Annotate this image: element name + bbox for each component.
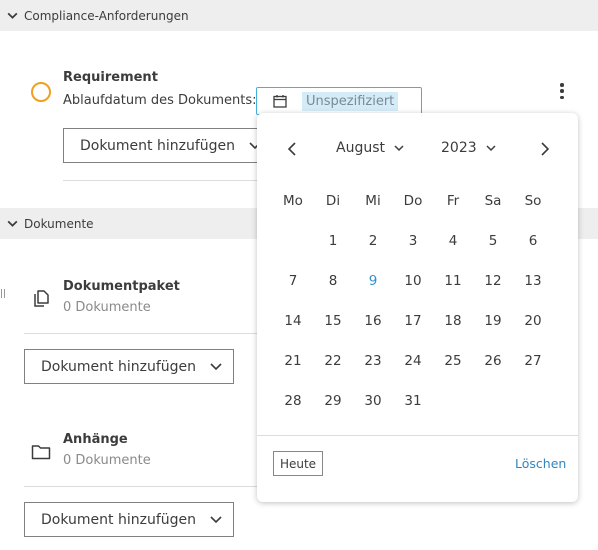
weekday-label: Mo (283, 193, 303, 209)
calendar-day[interactable]: 11 (433, 273, 473, 289)
chevron-right-icon[interactable] (539, 142, 551, 156)
calendar-day[interactable]: 2 (353, 233, 393, 249)
calendar-day-today[interactable]: 9 (353, 273, 393, 289)
chevron-left-icon[interactable] (286, 142, 298, 156)
add-document-label: Dokument hinzufügen (41, 358, 196, 375)
document-count: 0 Dokumente (63, 453, 151, 468)
calendar-week-row: 123456 (273, 221, 563, 261)
document-group-title: Anhänge (63, 432, 128, 447)
add-document-button[interactable]: Dokument hinzufügen (63, 128, 273, 163)
weekday-label: Fr (446, 193, 460, 209)
divider (24, 486, 264, 487)
calendar-day[interactable]: 6 (513, 233, 553, 249)
chevron-down-icon (394, 144, 404, 151)
calendar-day[interactable]: 27 (513, 353, 553, 369)
weekday-label: Di (325, 193, 341, 209)
calendar-day[interactable]: 31 (393, 393, 433, 409)
clear-link[interactable]: Löschen (515, 456, 566, 471)
weekday-label: So (524, 193, 542, 209)
calendar-day[interactable]: 5 (473, 233, 513, 249)
calendar-day[interactable]: 17 (393, 313, 433, 329)
calendar-grid: Mo Di Mi Do Fr Sa So 1 2 3 4 5 6 7 8 9 10 11 12 13 14 15 16 17 1… (273, 181, 563, 421)
date-picker-header: August 2023 (257, 137, 578, 161)
calendar-day[interactable]: 24 (393, 353, 433, 369)
date-picker-popup: August 2023 Mo Di Mi Do Fr Sa So 1 2 3 4 5 6 7 8 9 10 11 1… (257, 113, 578, 502)
weekday-header-row: Mo Di Mi Do Fr Sa So (273, 181, 563, 221)
calendar-day[interactable]: 28 (273, 393, 313, 409)
date-value: Unspezifiziert (302, 91, 399, 111)
document-stack-icon (34, 290, 49, 307)
calendar-day[interactable]: 25 (433, 353, 473, 369)
calendar-day[interactable]: 12 (473, 273, 513, 289)
month-select[interactable]: August (336, 140, 404, 156)
calendar-day[interactable]: 21 (273, 353, 313, 369)
section-label: Compliance-Anforderungen (24, 8, 189, 23)
divider (63, 180, 283, 181)
expiry-date-field[interactable]: Unspezifiziert (256, 87, 422, 115)
year-value: 2023 (441, 140, 477, 156)
calendar-day[interactable]: 20 (513, 313, 553, 329)
calendar-day[interactable]: 19 (473, 313, 513, 329)
calendar-icon (273, 95, 287, 108)
chevron-down-icon (486, 144, 496, 151)
calendar-day[interactable]: 30 (353, 393, 393, 409)
expiry-date-label: Ablaufdatum des Dokuments: (63, 93, 257, 108)
divider (24, 333, 264, 334)
add-document-label: Dokument hinzufügen (41, 511, 196, 528)
chevron-down-icon (7, 12, 18, 19)
add-document-label: Dokument hinzufügen (80, 137, 235, 154)
month-value: August (336, 140, 385, 156)
weekday-label: Mi (365, 193, 381, 209)
chevron-down-icon (210, 362, 222, 370)
calendar-day[interactable]: 4 (433, 233, 473, 249)
calendar-day[interactable]: 1 (313, 233, 353, 249)
add-document-button[interactable]: Dokument hinzufügen (24, 502, 234, 537)
calendar-day[interactable]: 3 (393, 233, 433, 249)
compliance-section-header[interactable]: Compliance-Anforderungen (0, 0, 598, 31)
calendar-day[interactable]: 8 (313, 273, 353, 289)
drag-handle-icon[interactable] (1, 289, 5, 298)
weekday-label: Sa (484, 193, 502, 209)
add-document-button[interactable]: Dokument hinzufügen (24, 349, 234, 384)
calendar-day[interactable]: 14 (273, 313, 313, 329)
calendar-day[interactable]: 23 (353, 353, 393, 369)
calendar-day[interactable]: 26 (473, 353, 513, 369)
calendar-day[interactable]: 22 (313, 353, 353, 369)
document-count: 0 Dokumente (63, 300, 151, 315)
calendar-week-row: 7 8 9 10 11 12 13 (273, 261, 563, 301)
folder-icon (31, 445, 51, 460)
status-indicator-icon (31, 82, 51, 102)
weekday-label: Do (403, 193, 423, 209)
calendar-day[interactable]: 15 (313, 313, 353, 329)
chevron-down-icon (7, 220, 18, 227)
section-label: Dokumente (24, 216, 94, 231)
document-group-title: Dokumentpaket (63, 279, 180, 294)
calendar-day[interactable]: 16 (353, 313, 393, 329)
chevron-down-icon (210, 515, 222, 523)
requirement-title: Requirement (63, 70, 158, 85)
calendar-day[interactable]: 13 (513, 273, 553, 289)
divider (257, 435, 578, 436)
calendar-week-row: 14 15 16 17 18 19 20 (273, 301, 563, 341)
calendar-day[interactable]: 18 (433, 313, 473, 329)
calendar-day[interactable]: 7 (273, 273, 313, 289)
more-options-icon[interactable] (556, 80, 568, 102)
year-select[interactable]: 2023 (441, 140, 496, 156)
calendar-week-row: 21 22 23 24 25 26 27 (273, 341, 563, 381)
calendar-week-row: 28 29 30 31 (273, 381, 563, 421)
calendar-day[interactable]: 10 (393, 273, 433, 289)
calendar-day[interactable]: 29 (313, 393, 353, 409)
today-button[interactable]: Heute (273, 451, 323, 476)
